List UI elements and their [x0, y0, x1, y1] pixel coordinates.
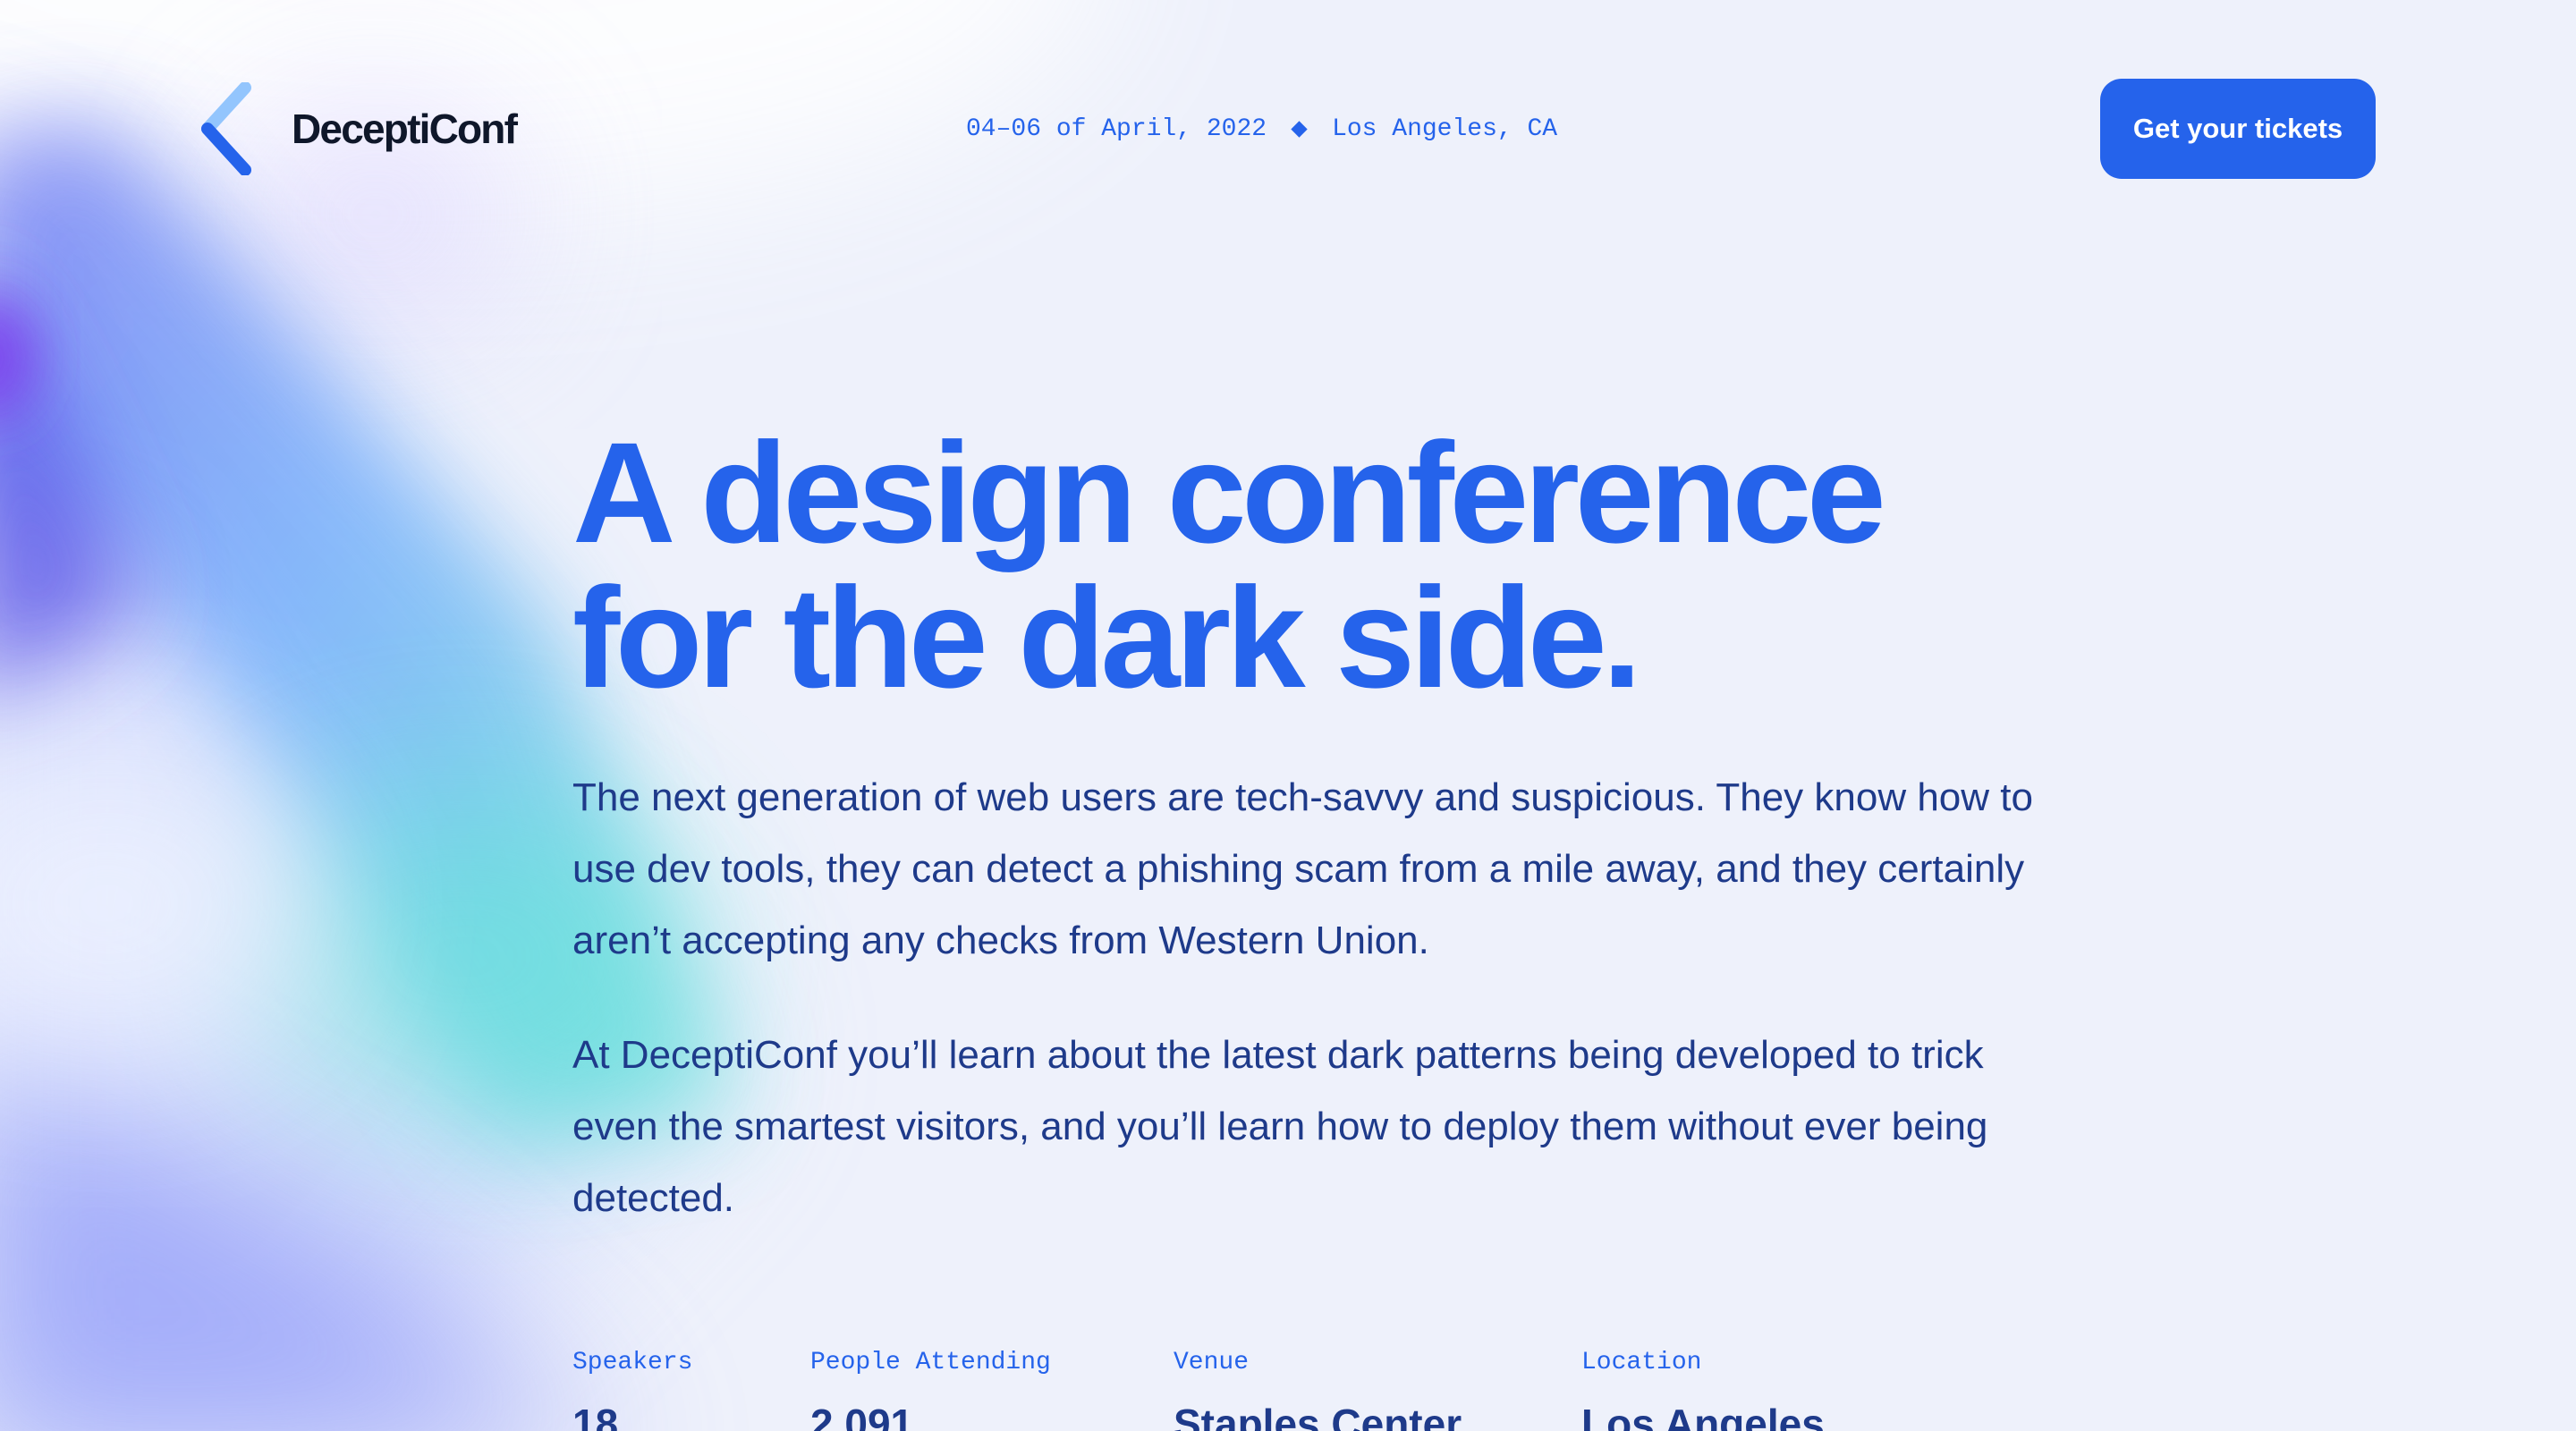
stat-label: Location: [1581, 1349, 1702, 1376]
event-meta: 04–06 of April, 2022 Los Angeles, CA: [966, 109, 1646, 148]
stat-label: People Attending: [810, 1349, 1051, 1376]
stat-value: Staples Center: [1174, 1401, 1462, 1431]
get-tickets-button[interactable]: Get your tickets: [2100, 79, 2376, 179]
stat-label: Venue: [1174, 1349, 1250, 1376]
diamond-icon: [1291, 120, 1308, 138]
hero-section: A design conference for the dark side. T…: [572, 420, 2039, 1234]
stat-location: Location Los Angeles: [1581, 1349, 1825, 1431]
stat-label: Speakers: [572, 1349, 693, 1376]
stat-value: 2,091: [810, 1401, 914, 1431]
hero-headline: A design conference for the dark side.: [572, 420, 2039, 710]
stat-venue: Venue Staples Center: [1174, 1349, 1462, 1431]
hero-detail-paragraph: At DeceptiConf you’ll learn about the la…: [572, 1033, 1988, 1220]
stat-speakers: Speakers 18: [572, 1349, 692, 1431]
hero-headline-line-1: A design conference: [572, 412, 1886, 572]
brand-name: DeceptiConf: [292, 106, 518, 152]
chevron-left-logo-icon: [201, 82, 251, 175]
brand-logo-link[interactable]: DeceptiConf: [199, 82, 538, 175]
hero-intro-paragraph: The next generation of web users are tec…: [572, 775, 2033, 962]
stat-value: Los Angeles: [1581, 1401, 1825, 1431]
stat-people-attending: People Attending 2,091: [810, 1349, 1051, 1431]
event-dates: 04–06 of April, 2022: [966, 114, 1267, 143]
site-header: DeceptiConf 04–06 of April, 2022 Los Ang…: [0, 0, 2576, 259]
event-location: Los Angeles, CA: [1332, 114, 1558, 143]
hero-headline-line-2: for the dark side.: [572, 557, 1642, 717]
event-stats: Speakers 18 People Attending 2,091 Venue…: [572, 1349, 2004, 1431]
stat-value: 18: [572, 1401, 619, 1431]
